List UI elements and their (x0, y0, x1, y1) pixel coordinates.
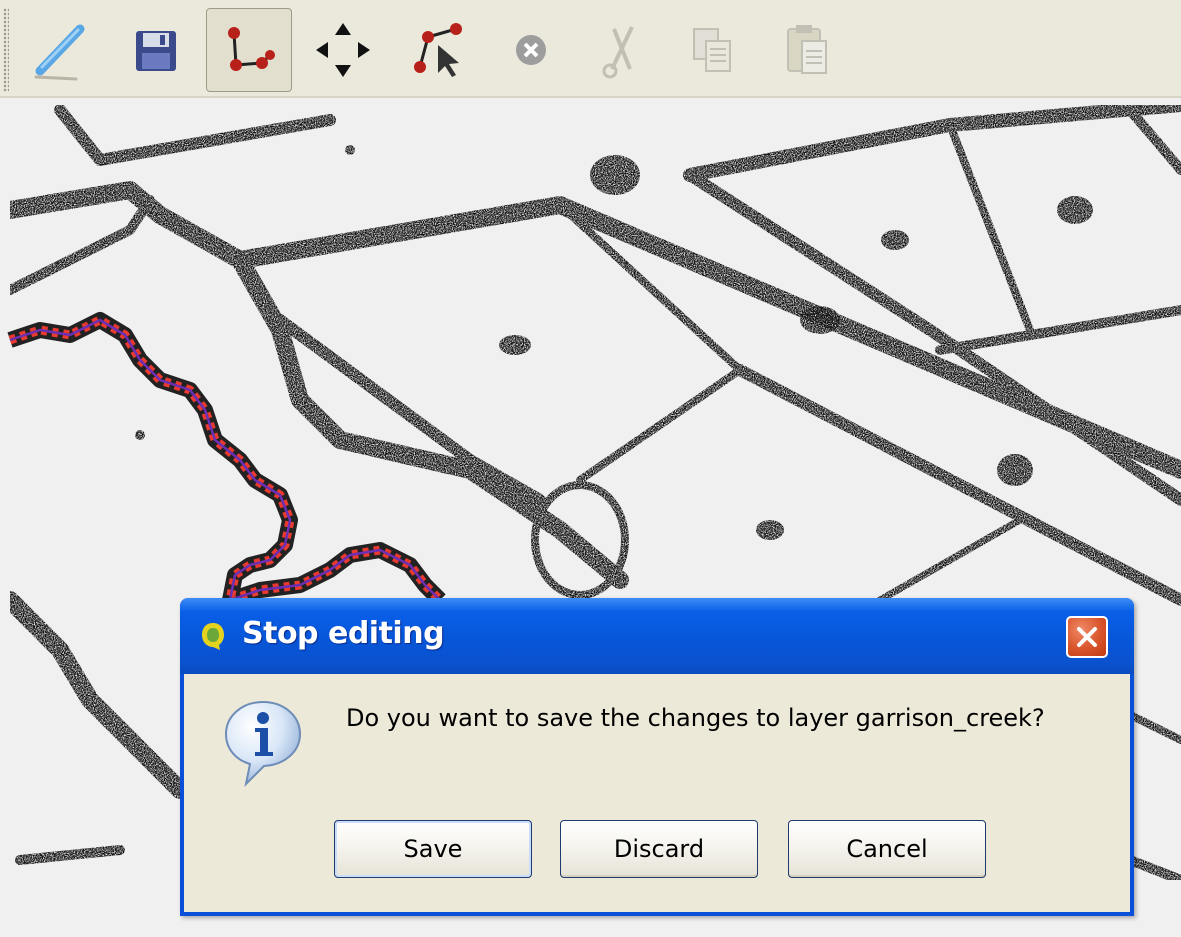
paste-features-button[interactable] (764, 8, 850, 92)
save-button[interactable]: Save (334, 820, 532, 878)
toolbar-grip[interactable] (3, 8, 9, 92)
dialog-titlebar[interactable]: Stop editing (180, 598, 1134, 674)
dialog-message: Do you want to save the changes to layer… (346, 704, 1045, 732)
cut-features-button[interactable] (578, 8, 664, 92)
save-edits-button[interactable] (112, 8, 198, 92)
delete-selected-icon (516, 35, 546, 65)
close-icon (1077, 627, 1097, 647)
dialog-close-button[interactable] (1066, 616, 1108, 658)
toggle-editing-button[interactable] (18, 8, 104, 92)
editing-toolbar (0, 0, 1181, 98)
stop-editing-dialog: Stop editing Do you want to save the cha… (180, 598, 1134, 916)
qgis-app-icon (202, 623, 224, 650)
select-vertex-icon (414, 23, 462, 77)
delete-selected-button[interactable] (488, 8, 574, 92)
move-feature-icon (316, 23, 370, 77)
floppy-disk-icon (136, 31, 176, 71)
node-tool-icon (228, 27, 275, 71)
information-icon (224, 700, 302, 788)
scissors-icon (602, 26, 634, 79)
pencil-icon (34, 24, 85, 81)
select-vertex-button[interactable] (394, 8, 480, 92)
move-feature-button[interactable] (300, 8, 386, 92)
dialog-title: Stop editing (242, 616, 445, 651)
node-tool-button[interactable] (206, 8, 292, 92)
paste-icon (787, 25, 827, 74)
copy-icon (693, 28, 731, 72)
copy-features-button[interactable] (668, 8, 754, 92)
cancel-button[interactable]: Cancel (788, 820, 986, 878)
discard-button[interactable]: Discard (560, 820, 758, 878)
